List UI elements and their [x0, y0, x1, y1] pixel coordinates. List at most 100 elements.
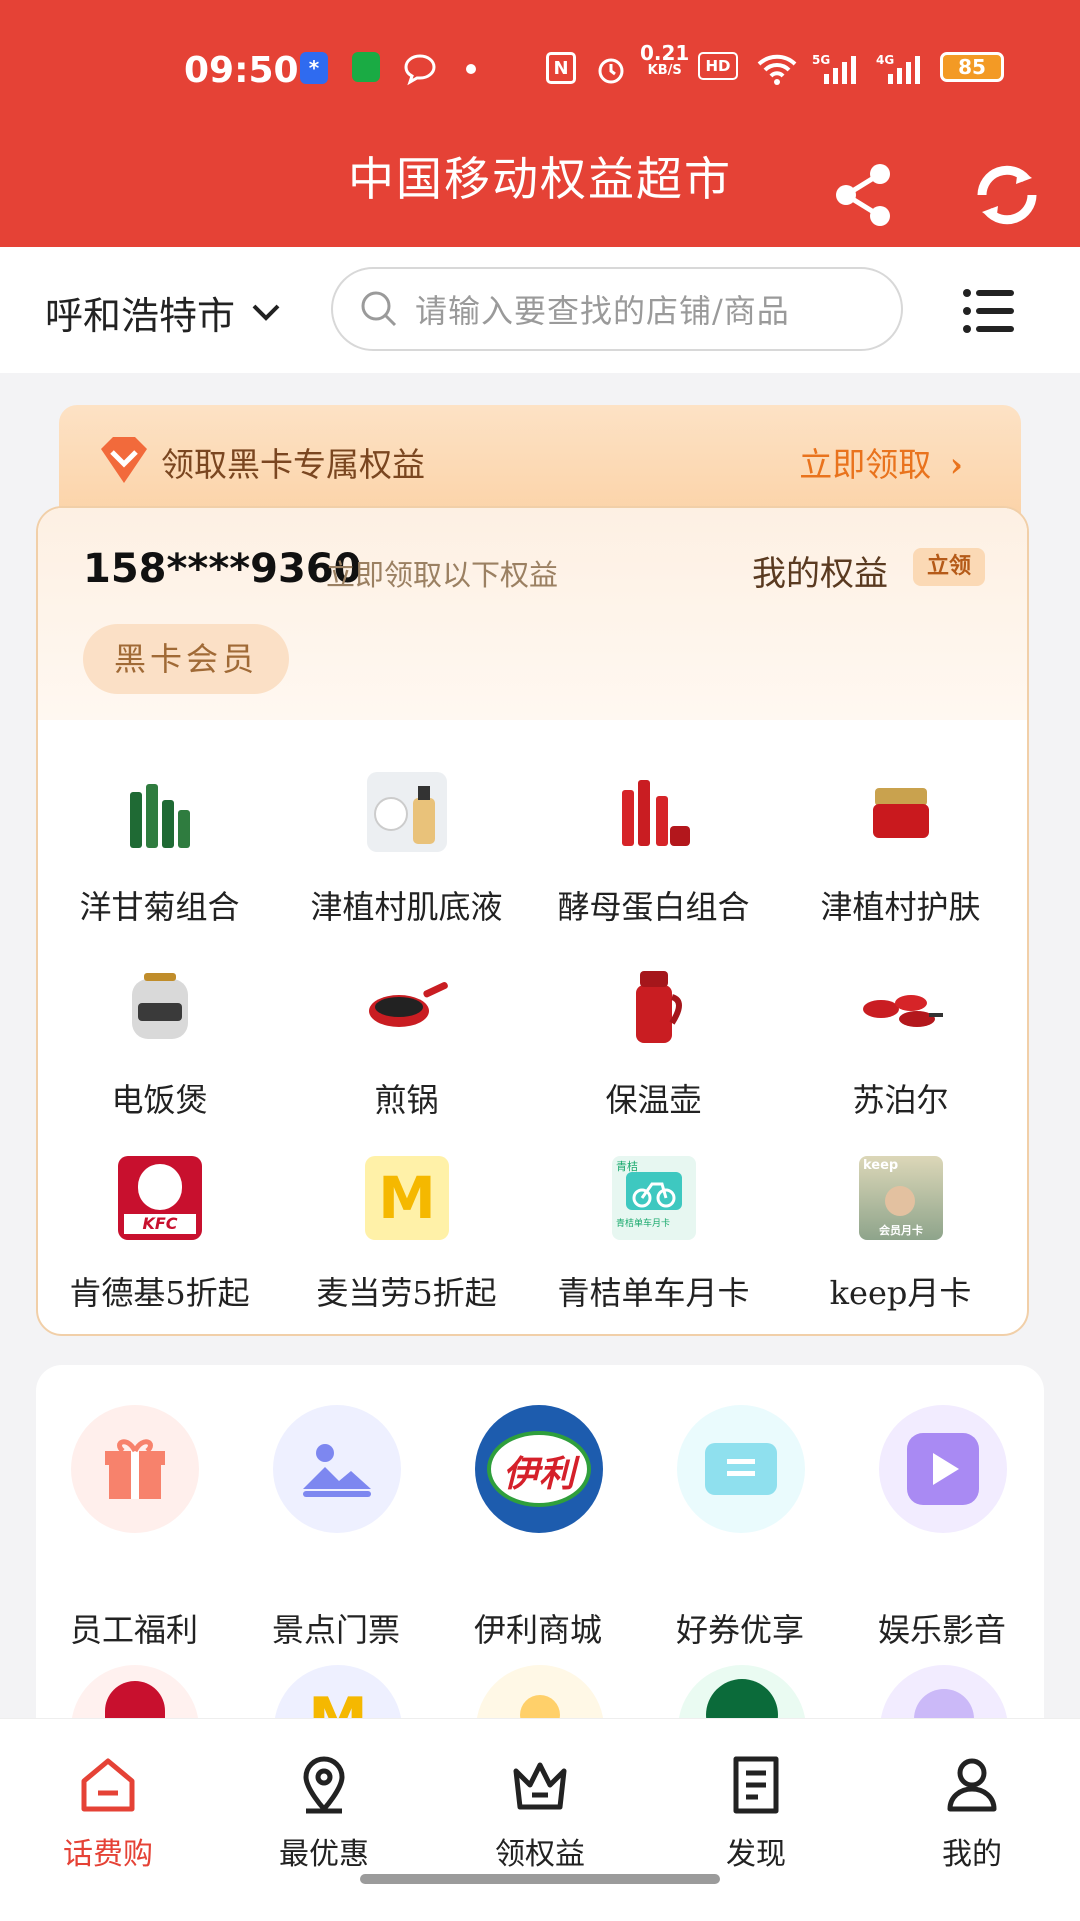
- benefit-label: 洋甘菊组合: [79, 888, 240, 926]
- frying-pan-image: [369, 982, 448, 1027]
- refresh-icon[interactable]: [972, 160, 1042, 230]
- diamond-icon: [101, 437, 147, 483]
- benefit-item[interactable]: keep 会员月卡 keep月卡: [777, 1156, 1024, 1326]
- category-entertainment[interactable]: 娱乐影音: [862, 1405, 1022, 1649]
- category-coupons[interactable]: 好券优享: [660, 1405, 820, 1649]
- benefit-label: 酵母蛋白组合: [557, 888, 750, 926]
- coupon-icon: [677, 1405, 805, 1533]
- city-label: 呼和浩特市: [45, 294, 236, 338]
- benefit-item[interactable]: 保温壶: [530, 963, 777, 1133]
- nav-tab-phone-bill[interactable]: 话费购: [0, 1737, 216, 1872]
- yili-logo-text: 伊利: [502, 1454, 575, 1495]
- nav-label: 我的: [942, 1837, 1002, 1872]
- video-play-icon: [879, 1405, 1007, 1533]
- category-scenic-tickets[interactable]: 景点门票: [256, 1405, 416, 1649]
- nav-label: 发现: [726, 1837, 786, 1872]
- share-icon[interactable]: [830, 160, 900, 230]
- benefit-item[interactable]: 酵母蛋白组合: [530, 770, 777, 940]
- bottom-nav: 话费购 最优惠 领权益 发现 我的: [0, 1718, 1080, 1921]
- tier-tab-black-card[interactable]: 黑卡会员: [83, 624, 289, 694]
- nav-label: 话费购: [63, 1837, 153, 1872]
- page-title: 中国移动权益超市: [348, 152, 732, 206]
- kfc-logo-text: KFC: [124, 1214, 196, 1234]
- document-icon: [733, 1756, 779, 1814]
- benefit-item[interactable]: 青桔 青桔单车月卡 青桔单车月卡: [530, 1156, 777, 1326]
- keep-card-image: keep 会员月卡: [859, 1156, 943, 1240]
- alarm-icon: [598, 58, 624, 84]
- benefit-item[interactable]: 洋甘菊组合: [38, 770, 283, 940]
- nav-tab-discover[interactable]: 发现: [648, 1737, 864, 1872]
- benefits-card: 158****9360 立即领取以下权益 我的权益 立领 黑卡会员 洋甘菊组合 …: [36, 506, 1029, 1336]
- keep-logo-text: keep: [863, 1158, 899, 1173]
- promo-claim-link[interactable]: 立即领取 ›: [799, 438, 963, 486]
- category-panel: 员工福利 景点门票 伊利 伊利商城 好券优享 娱乐影音 M: [36, 1365, 1044, 1745]
- dot-icon: [466, 64, 476, 74]
- bicycle-icon: [626, 1172, 682, 1210]
- category-label: 员工福利: [69, 1611, 198, 1649]
- benefit-item[interactable]: 电饭煲: [38, 963, 283, 1133]
- nfc-icon: N: [546, 52, 576, 84]
- chamomile-set-image: [130, 784, 190, 848]
- crown-icon: [513, 1762, 567, 1810]
- menu-list-icon[interactable]: [962, 287, 1014, 335]
- battery-indicator: 85: [940, 52, 1004, 82]
- home-icon: [81, 1758, 135, 1812]
- nav-tab-mine[interactable]: 我的: [864, 1737, 1080, 1872]
- yili-logo: 伊利: [475, 1405, 603, 1533]
- mcdonalds-logo: M: [365, 1156, 449, 1240]
- benefit-item[interactable]: 苏泊尔: [777, 963, 1024, 1133]
- benefit-item[interactable]: 津植村护肤: [777, 770, 1024, 940]
- location-pin-icon: [303, 1756, 345, 1814]
- category-yili-mall[interactable]: 伊利 伊利商城: [458, 1405, 618, 1649]
- benefit-label: 青桔单车月卡: [557, 1274, 750, 1312]
- city-selector[interactable]: 呼和浩特市: [45, 285, 281, 340]
- nav-tab-benefits[interactable]: 领权益: [432, 1737, 648, 1872]
- supor-cookware-image: [863, 995, 943, 1027]
- serum-image: [367, 772, 447, 852]
- nav-label: 最优惠: [279, 1837, 369, 1872]
- search-icon: [361, 291, 397, 327]
- user-icon: [947, 1758, 997, 1812]
- signal-4g-icon: 4G: [876, 53, 920, 84]
- category-employee-welfare[interactable]: 员工福利: [54, 1405, 214, 1649]
- wifi-icon: [757, 54, 797, 85]
- benefit-label: 电饭煲: [111, 1081, 208, 1119]
- benefit-item[interactable]: KFC 肯德基5折起: [38, 1156, 283, 1326]
- landscape-icon: [273, 1405, 401, 1533]
- category-label: 娱乐影音: [877, 1611, 1006, 1649]
- benefit-label: 保温壶: [605, 1081, 702, 1119]
- keep-card-text: 会员月卡: [879, 1224, 923, 1237]
- thermos-image: [636, 971, 682, 1043]
- rice-cooker-image: [132, 973, 188, 1039]
- mcdonalds-logo-text: M: [378, 1164, 436, 1232]
- claim-badge[interactable]: 立领: [913, 548, 986, 586]
- nav-tab-best-deals[interactable]: 最优惠: [216, 1737, 432, 1872]
- chat-icon: [404, 54, 436, 86]
- category-label: 好券优享: [675, 1611, 804, 1649]
- search-placeholder: 请输入要查找的店铺/商品: [415, 292, 790, 330]
- benefits-subtitle: 立即领取以下权益: [326, 558, 559, 592]
- benefit-item[interactable]: 煎锅: [283, 963, 530, 1133]
- app-header: 09:50 * N 0.21 KB/S HD 5G 4G 85 中国移动权益超市: [0, 0, 1080, 247]
- search-input[interactable]: 请输入要查找的店铺/商品: [331, 267, 903, 351]
- benefit-item[interactable]: 津植村肌底液: [283, 770, 530, 940]
- promo-claim-label: 立即领取: [799, 445, 932, 484]
- chevron-right-icon: ›: [949, 445, 963, 484]
- status-bar: 09:50 * N 0.21 KB/S HD 5G 4G 85: [0, 40, 1080, 100]
- benefit-label: 苏泊尔: [852, 1081, 949, 1119]
- benefit-label: 煎锅: [374, 1081, 439, 1119]
- benefit-item[interactable]: M 麦当劳5折起: [283, 1156, 530, 1326]
- promo-text: 领取黑卡专属权益: [161, 445, 425, 484]
- skincare-jar-image: [873, 788, 929, 838]
- net-speed-unit: KB/S: [647, 63, 682, 78]
- benefit-label: 津植村护肤: [820, 888, 981, 926]
- home-indicator[interactable]: [360, 1874, 720, 1884]
- search-bar: 呼和浩特市 请输入要查找的店铺/商品: [0, 247, 1080, 373]
- category-label: 伊利商城: [473, 1611, 602, 1649]
- kfc-logo: KFC: [118, 1156, 202, 1240]
- my-benefits-link[interactable]: 我的权益: [752, 546, 888, 595]
- benefit-label: 麦当劳5折起: [316, 1274, 497, 1312]
- gift-icon: [71, 1405, 199, 1533]
- hd-icon: HD: [698, 52, 738, 80]
- qingju-card-text: 青桔单车月卡: [616, 1219, 671, 1229]
